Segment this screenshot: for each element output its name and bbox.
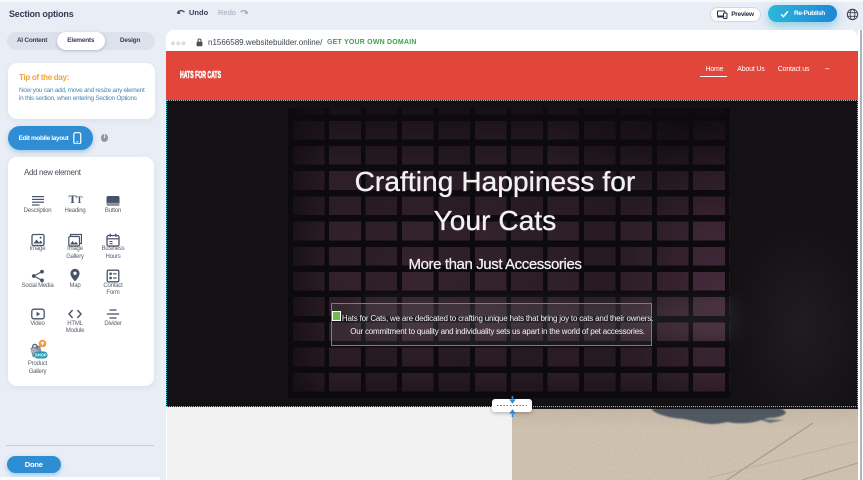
svg-text:SHOP: SHOP <box>35 353 47 358</box>
